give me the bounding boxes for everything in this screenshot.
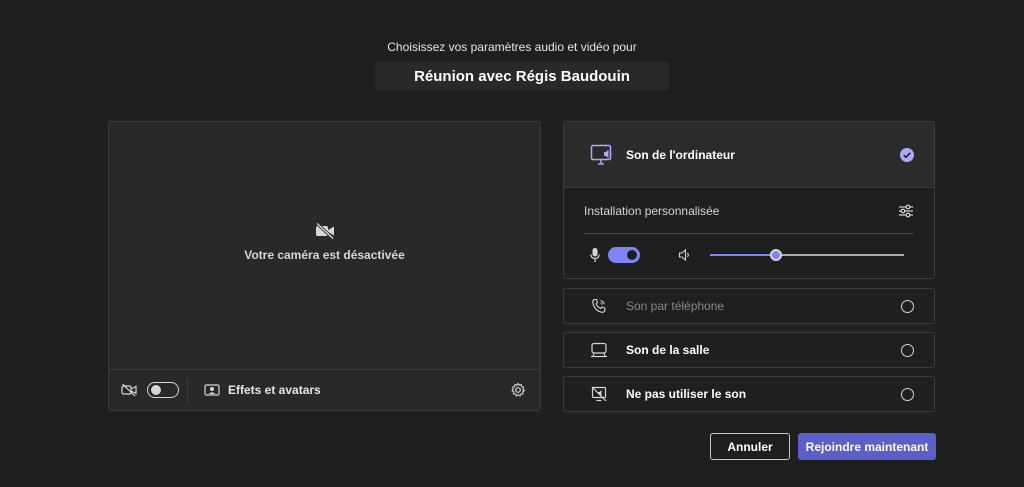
phone-audio-option[interactable]: Son par téléphone [563,288,935,324]
no-audio-label: Ne pas utiliser le son [626,387,747,401]
camera-toggle[interactable] [147,382,179,398]
room-audio-option[interactable]: Son de la salle [563,332,935,368]
preview-toolbar: Effets et avatars [109,369,540,410]
join-now-button[interactable]: Rejoindre maintenant [798,433,936,460]
room-icon [590,342,608,358]
no-audio-icon [590,386,608,402]
selected-check-icon [900,147,914,162]
microphone-icon [590,247,600,263]
video-preview: Votre caméra est désactivée Effets et av… [108,121,541,411]
custom-setup-row[interactable]: Installation personnalisée [584,188,914,234]
room-audio-radio[interactable] [901,343,914,357]
camera-off-small-icon [121,383,137,397]
computer-sound-label: Son de l'ordinateur [626,147,735,162]
cancel-button[interactable]: Annuler [710,433,790,460]
effects-avatars-label: Effets et avatars [228,383,321,397]
meeting-title: Réunion avec Régis Baudouin [375,62,669,90]
speaker-icon [678,248,692,262]
volume-fill [710,254,776,256]
device-settings-gear-icon[interactable] [510,382,526,398]
computer-audio-icon [590,144,614,166]
computer-sound-panel: Son de l'ordinateur Installation personn… [563,121,935,279]
audio-settings-sliders-icon[interactable] [898,204,914,218]
phone-audio-radio[interactable] [901,299,914,313]
no-audio-radio[interactable] [901,387,914,401]
effects-icon [204,384,220,396]
effects-avatars-button[interactable]: Effets et avatars [204,383,321,397]
phone-audio-label: Son par téléphone [626,299,725,313]
volume-thumb[interactable] [769,249,782,261]
camera-off-text: Votre caméra est désactivée [244,248,405,262]
microphone-toggle[interactable] [608,247,640,263]
camera-off-state: Votre caméra est désactivée [109,222,540,262]
no-audio-option[interactable]: Ne pas utiliser le son [563,376,935,412]
settings-subtitle: Choisissez vos paramètres audio et vidéo… [387,40,637,54]
speaker-volume-slider[interactable] [710,248,904,262]
camera-off-icon [315,222,334,240]
phone-icon [590,298,608,314]
audio-controls-row [584,234,914,276]
toolbar-divider [187,377,188,403]
custom-setup-label: Installation personnalisée [584,203,720,218]
computer-sound-option[interactable]: Son de l'ordinateur [564,122,934,188]
room-audio-label: Son de la salle [626,343,710,357]
